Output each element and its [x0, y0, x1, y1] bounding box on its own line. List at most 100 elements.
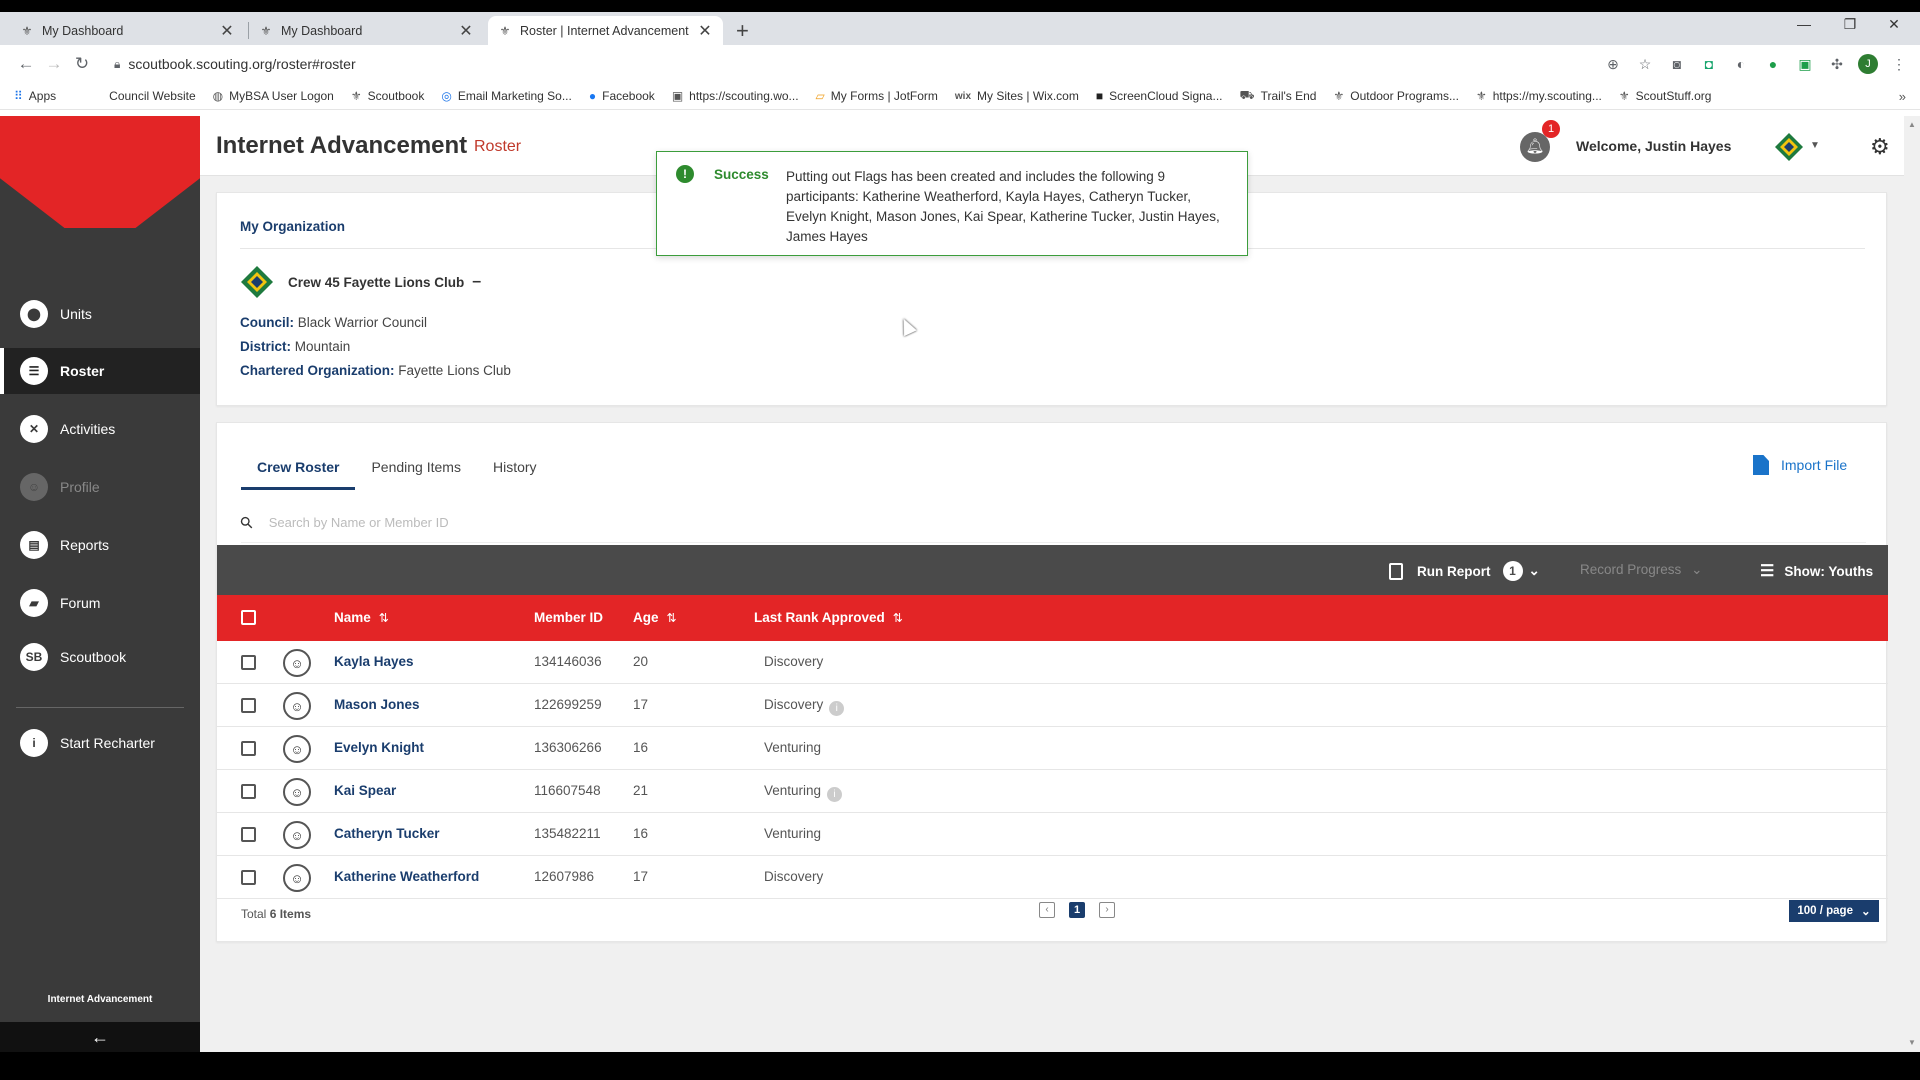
- sidebar-item-scoutbook[interactable]: SB Scoutbook: [0, 634, 200, 680]
- restore-button[interactable]: ❐: [1830, 16, 1870, 33]
- tab-history[interactable]: History: [477, 447, 553, 490]
- page-title: Internet Advancement: [216, 132, 468, 159]
- window-close-button[interactable]: ✕: [1874, 16, 1914, 33]
- page-scrollbar[interactable]: ▲ ▼: [1904, 116, 1920, 1052]
- bookmark-apps[interactable]: ⠿ Apps: [14, 89, 56, 103]
- row-checkbox[interactable]: [241, 827, 256, 842]
- unit-row[interactable]: Crew 45 Fayette Lions Club –: [240, 265, 481, 299]
- extension-green-icon[interactable]: ●: [1762, 53, 1784, 75]
- bookmark-my-scouting[interactable]: ⚜ https://my.scouting...: [1476, 89, 1602, 103]
- install-icon[interactable]: ⊕: [1602, 53, 1624, 75]
- previous-page-button[interactable]: ‹: [1039, 902, 1055, 918]
- member-name-link[interactable]: Kai Spear: [334, 783, 396, 798]
- sidebar-item-start-recharter[interactable]: i Start Recharter: [0, 720, 200, 766]
- gear-icon[interactable]: ⚙: [1870, 134, 1890, 160]
- scroll-up-icon[interactable]: ▲: [1908, 120, 1916, 129]
- bookmarks-overflow-icon[interactable]: »: [1899, 89, 1906, 104]
- camera-icon[interactable]: ◙: [1666, 53, 1688, 75]
- bookmark-scoutstuff[interactable]: ⚜ ScoutStuff.org: [1619, 89, 1712, 103]
- select-all-checkbox[interactable]: [241, 610, 256, 625]
- kebab-menu-icon[interactable]: ⋮: [1888, 53, 1910, 75]
- row-checkbox[interactable]: [241, 655, 256, 670]
- browser-tab-2[interactable]: ⚜ My Dashboard ✕: [249, 16, 484, 45]
- show-filter-label: Show: Youths: [1784, 563, 1874, 579]
- table-row[interactable]: ☺ Kai Spear 116607548 21 Venturing i: [217, 770, 1888, 813]
- extension-puzzle-green-icon[interactable]: ▣: [1794, 53, 1816, 75]
- scoutbook-icon: SB: [20, 643, 48, 671]
- forward-arrow-icon[interactable]: →: [40, 54, 68, 74]
- member-name-link[interactable]: Evelyn Knight: [334, 740, 424, 755]
- member-name-link[interactable]: Mason Jones: [334, 697, 420, 712]
- close-icon[interactable]: ✕: [219, 21, 235, 41]
- table-row[interactable]: ☺ Katherine Weatherford 12607986 17 Discover…: [217, 856, 1888, 899]
- sidebar-item-activities[interactable]: ✕ Activities: [0, 406, 200, 452]
- star-icon[interactable]: ☆: [1634, 53, 1656, 75]
- sidebar-item-units[interactable]: ⬤ Units: [0, 291, 200, 337]
- sidebar-item-profile[interactable]: ☺ Profile: [0, 464, 200, 510]
- sort-icon[interactable]: ⇅: [667, 611, 677, 625]
- unit-emblem-icon[interactable]: [1774, 132, 1804, 162]
- back-arrow-icon[interactable]: ←: [12, 54, 40, 74]
- info-icon[interactable]: i: [829, 701, 845, 716]
- address-bar[interactable]: scoutbook.scouting.org/roster#roster: [128, 56, 355, 72]
- reload-icon[interactable]: ↻: [68, 54, 96, 74]
- scroll-down-icon[interactable]: ▼: [1908, 1038, 1916, 1047]
- column-header-name[interactable]: Name ⇅: [334, 610, 389, 625]
- table-row[interactable]: ☺ Mason Jones 122699259 17 Discovery i: [217, 684, 1888, 727]
- browser-tab-active[interactable]: ⚜ Roster | Internet Advancement ✕: [488, 16, 723, 45]
- extension-circle-icon[interactable]: ◐: [1730, 53, 1752, 75]
- member-name-link[interactable]: Catheryn Tucker: [334, 826, 440, 841]
- profile-avatar[interactable]: J: [1858, 54, 1878, 74]
- next-page-button[interactable]: ›: [1099, 902, 1115, 918]
- import-file-button[interactable]: Import File: [1753, 455, 1847, 475]
- new-tab-button[interactable]: +: [736, 18, 749, 44]
- bookmark-council-website[interactable]: Council Website: [109, 89, 195, 103]
- member-name-link[interactable]: Kayla Hayes: [334, 654, 414, 669]
- extension-grammarly-icon[interactable]: ◘: [1698, 53, 1720, 75]
- bookmark-wix[interactable]: wix My Sites | Wix.com: [955, 89, 1079, 103]
- table-row[interactable]: ☺ Catheryn Tucker 135482211 16 Venturing: [217, 813, 1888, 856]
- show-filter-button[interactable]: ☰ Show: Youths: [1760, 561, 1873, 581]
- bookmark-jotform[interactable]: ▱ My Forms | JotForm: [816, 89, 938, 103]
- bookmark-outdoor-programs[interactable]: ⚜ Outdoor Programs...: [1333, 89, 1458, 103]
- member-name-link[interactable]: Katherine Weatherford: [334, 869, 479, 884]
- close-icon[interactable]: ✕: [458, 21, 474, 41]
- info-icon[interactable]: i: [827, 787, 843, 802]
- tab-pending-items[interactable]: Pending Items: [355, 447, 477, 490]
- table-row[interactable]: ☺ Kayla Hayes 134146036 20 Discovery: [217, 641, 1888, 684]
- sidebar-item-reports[interactable]: ▤ Reports: [0, 522, 200, 568]
- sort-icon[interactable]: ⇅: [893, 611, 903, 625]
- row-checkbox[interactable]: [241, 741, 256, 756]
- sidebar-item-roster[interactable]: ☰ Roster: [0, 348, 200, 394]
- bookmark-mybsa[interactable]: ◍ MyBSA User Logon: [213, 89, 334, 103]
- search-input[interactable]: [268, 515, 669, 530]
- bookmark-facebook[interactable]: ● Facebook: [589, 89, 655, 103]
- tab-crew-roster[interactable]: Crew Roster: [241, 447, 356, 490]
- row-checkbox[interactable]: [241, 784, 256, 799]
- page-size-select[interactable]: 100 / page ⌄: [1789, 900, 1879, 922]
- browser-tab-1[interactable]: ⚜ My Dashboard ✕: [10, 16, 245, 45]
- last-rank: Discovery: [764, 654, 824, 669]
- bookmark-trails-end[interactable]: ⛟ Trail's End: [1239, 88, 1316, 104]
- bookmark-email-marketing[interactable]: ◎ Email Marketing So...: [441, 89, 572, 103]
- sidebar-item-forum[interactable]: ▰ Forum: [0, 580, 200, 626]
- row-checkbox[interactable]: [241, 870, 256, 885]
- current-page[interactable]: 1: [1069, 902, 1085, 918]
- bookmark-scouting-wo[interactable]: ▣ https://scouting.wo...: [672, 89, 799, 103]
- bookmark-scoutbook[interactable]: ⚜ Scoutbook: [351, 89, 424, 103]
- collapse-sidebar-button[interactable]: ←: [0, 1022, 200, 1052]
- collapse-toggle[interactable]: –: [472, 273, 481, 291]
- record-progress-button[interactable]: Record Progress ⌄: [1580, 562, 1702, 578]
- search-row: ⚲: [237, 503, 1866, 543]
- chevron-down-icon[interactable]: ▼: [1810, 140, 1820, 151]
- column-header-age[interactable]: Age ⇅: [633, 610, 677, 625]
- puzzle-icon[interactable]: ✣: [1826, 53, 1848, 75]
- minimize-button[interactable]: —: [1784, 16, 1824, 32]
- row-checkbox[interactable]: [241, 698, 256, 713]
- column-header-last-rank[interactable]: Last Rank Approved ⇅: [754, 610, 903, 625]
- run-report-button[interactable]: Run Report 1 ⌄: [1389, 561, 1540, 581]
- table-row[interactable]: ☺ Evelyn Knight 136306266 16 Venturing: [217, 727, 1888, 770]
- bookmark-screencloud[interactable]: ■ ScreenCloud Signa...: [1096, 89, 1223, 103]
- close-icon[interactable]: ✕: [697, 21, 713, 41]
- sort-icon[interactable]: ⇅: [379, 611, 389, 625]
